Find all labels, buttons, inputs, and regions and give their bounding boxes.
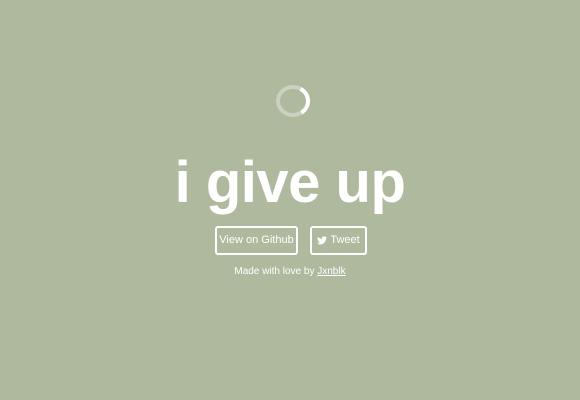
button-group: View on Github Tweet	[0, 226, 580, 255]
view-on-github-label: View on Github	[219, 234, 294, 246]
tweet-button[interactable]: Tweet	[310, 226, 367, 255]
credit-prefix: Made with love by	[234, 266, 318, 277]
credit-line: Made with love by Jxnblk	[0, 265, 580, 279]
loading-spinner-icon	[275, 84, 311, 118]
page: i give up View on Github Tweet Made with…	[0, 0, 580, 400]
author-link[interactable]: Jxnblk	[317, 266, 345, 277]
page-title: i give up	[174, 150, 406, 215]
twitter-bird-icon	[317, 236, 328, 245]
tweet-label: Tweet	[330, 234, 360, 246]
view-on-github-button[interactable]: View on Github	[215, 226, 298, 255]
